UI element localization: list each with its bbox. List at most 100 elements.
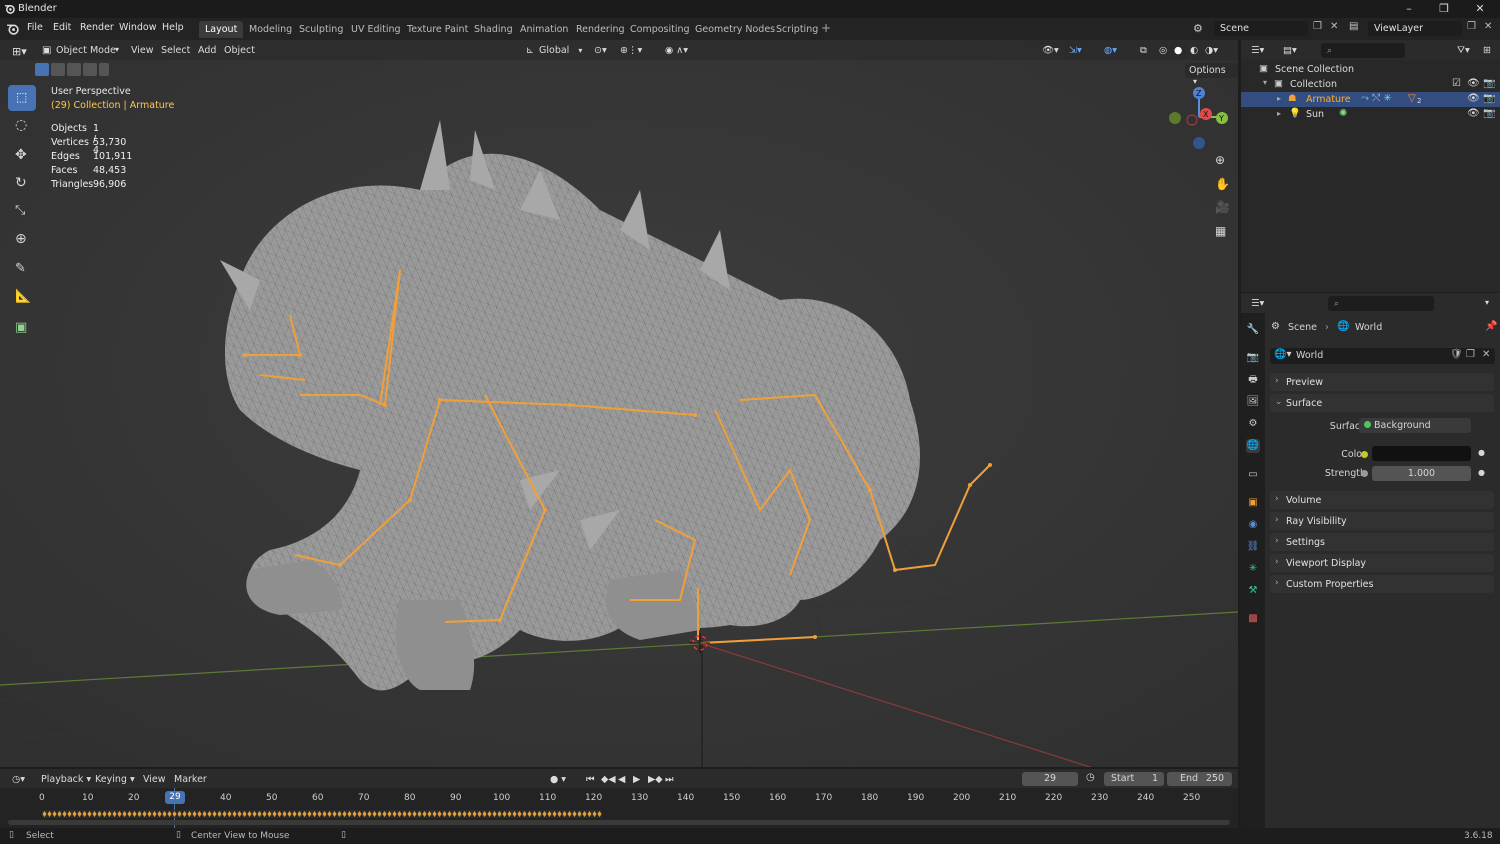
visibility-icon[interactable]: 👁▾ — [1038, 43, 1063, 58]
outliner-collection[interactable]: ▾ ▣ Collection ☑ 👁 📷 — [1241, 77, 1500, 92]
play-reverse-button[interactable]: ◀ — [614, 772, 629, 787]
scale-tool[interactable]: ⤡ — [8, 199, 36, 225]
new-view-layer-icon[interactable]: ❐ — [1467, 21, 1476, 32]
keyframes-drawing[interactable] — [42, 810, 602, 818]
solid-shading-icon[interactable]: ● — [1170, 43, 1187, 58]
outliner-editor-type-icon[interactable]: ☰▾ — [1247, 43, 1268, 58]
tab-animation[interactable]: Animation — [514, 21, 574, 38]
view-layer-tab-icon[interactable]: 🖼 — [1246, 395, 1260, 409]
keyframe-dot-icon[interactable]: ● — [1478, 448, 1485, 457]
new-collection-icon[interactable]: ⊞ — [1479, 43, 1495, 58]
panel-ray-visibility[interactable]: › Ray Visibility — [1270, 512, 1494, 530]
armature-data-tab-icon[interactable]: ✳ — [1246, 562, 1260, 576]
close-button[interactable]: ✕ — [1470, 2, 1490, 16]
world-tab-icon[interactable]: 🌐 — [1246, 439, 1260, 453]
eye-icon[interactable]: 👁 — [1467, 108, 1480, 119]
mode-selector[interactable]: ▣ Object Mode ▾ — [38, 43, 122, 58]
select-box-tool[interactable]: ⬚ — [8, 85, 36, 111]
select-intersect-icon[interactable] — [99, 63, 109, 76]
tab-modeling[interactable]: Modeling — [243, 21, 298, 38]
properties-search-input[interactable]: ⌕ — [1328, 296, 1434, 311]
select-new-icon[interactable] — [35, 63, 49, 76]
new-world-icon[interactable]: ❐ — [1466, 349, 1475, 360]
xray-toggle-icon[interactable]: ⧉ — [1136, 43, 1151, 58]
camera-view-button[interactable]: 🎥 — [1210, 197, 1232, 219]
expand-arrow-icon[interactable]: ▸ — [1277, 94, 1281, 103]
tab-sculpting[interactable]: Sculpting — [293, 21, 349, 38]
exclude-checkbox[interactable]: ☑ — [1452, 78, 1461, 89]
panel-volume[interactable]: › Volume — [1270, 491, 1494, 509]
maximize-button[interactable]: ❐ — [1434, 2, 1454, 16]
expand-arrow-icon[interactable]: ▾ — [1263, 78, 1267, 87]
remove-scene-icon[interactable]: ✕ — [1330, 21, 1338, 32]
tab-rendering[interactable]: Rendering — [570, 21, 631, 38]
scene-tab-icon[interactable]: ⚙ — [1246, 417, 1260, 431]
current-frame-field[interactable]: 29 — [1022, 772, 1078, 786]
view-layer-icon[interactable]: ▤ — [1349, 21, 1358, 32]
texture-tab-icon[interactable]: ▩ — [1246, 612, 1260, 626]
tab-compositing[interactable]: Compositing — [624, 21, 696, 38]
panel-preview[interactable]: › Preview — [1270, 373, 1494, 391]
world-name-field[interactable]: World — [1296, 350, 1323, 361]
cursor-tool[interactable]: ◌ — [8, 113, 36, 139]
breadcrumb-scene[interactable]: Scene — [1288, 322, 1317, 333]
timeline-ruler[interactable]: 0102030405060708090100110120130140150160… — [0, 788, 1238, 806]
snap-icon[interactable]: ⊕⋮▾ — [616, 43, 646, 58]
end-frame-field[interactable]: End 250 — [1167, 772, 1232, 786]
minimize-button[interactable]: – — [1399, 2, 1419, 16]
scene-icon[interactable]: ⚙ — [1193, 22, 1203, 35]
editor-type-icon[interactable]: ⊞▾ — [8, 43, 31, 58]
unlink-world-icon[interactable]: ✕ — [1482, 349, 1490, 360]
menu-object[interactable]: Object — [220, 43, 259, 58]
pin-icon[interactable]: 📌 — [1485, 321, 1497, 332]
outliner-item-sun[interactable]: ▸ 💡 Sun ✺ 👁 📷 — [1241, 107, 1500, 122]
color-socket-icon[interactable] — [1361, 451, 1368, 458]
annotate-tool[interactable]: ✎ — [8, 257, 36, 283]
bone-tab-icon[interactable]: ⚒ — [1246, 584, 1260, 598]
tab-texture-paint[interactable]: Texture Paint — [401, 21, 474, 38]
timeline[interactable]: 0102030405060708090100110120130140150160… — [0, 788, 1238, 828]
menu-file[interactable]: File — [27, 22, 43, 33]
wireframe-shading-icon[interactable]: ◎ — [1155, 43, 1171, 58]
physics-tab-icon[interactable]: ◉ — [1246, 518, 1260, 532]
material-shading-icon[interactable]: ◐ — [1186, 43, 1202, 58]
blender-menu-icon[interactable] — [6, 22, 19, 35]
display-mode-icon[interactable]: ▤▾ — [1279, 43, 1301, 58]
tab-layout[interactable]: Layout — [199, 21, 244, 38]
menu-keying[interactable]: Keying ▾ — [91, 772, 139, 787]
fake-user-icon[interactable]: 🛡 — [1450, 349, 1463, 360]
timeline-scrollbar[interactable] — [8, 820, 1230, 825]
rendered-shading-icon[interactable]: ◑▾ — [1201, 43, 1222, 58]
ortho-toggle-button[interactable]: ▦ — [1210, 221, 1232, 243]
strength-field[interactable]: 1.000 — [1372, 466, 1471, 481]
gizmo-toggle-icon[interactable]: ⇲▾ — [1065, 43, 1086, 58]
start-frame-field[interactable]: Start 1 — [1104, 772, 1164, 786]
remove-view-layer-icon[interactable]: ✕ — [1484, 21, 1492, 32]
proportional-edit-icon[interactable]: ◉ ∧▾ — [661, 43, 692, 58]
outliner-search-input[interactable]: ⌕ — [1321, 43, 1405, 58]
3d-viewport[interactable]: ⊞▾ ▣ Object Mode ▾ View Select Add Objec… — [0, 40, 1238, 767]
select-invert-icon[interactable] — [83, 63, 97, 76]
menu-playback[interactable]: Playback ▾ — [37, 772, 95, 787]
outliner-scene-collection[interactable]: ▣ Scene Collection — [1241, 62, 1500, 77]
menu-help[interactable]: Help — [162, 22, 184, 33]
outliner-item-armature[interactable]: ▸ ☗ Armature ⤳ ⤲ ✳ ▽ 2 👁 📷 — [1241, 92, 1500, 107]
render-camera-icon[interactable]: 📷 — [1483, 93, 1495, 104]
menu-marker[interactable]: Marker — [170, 772, 211, 787]
add-workspace-button[interactable]: + — [821, 21, 831, 35]
rotate-tool[interactable]: ↻ — [8, 171, 36, 197]
menu-render[interactable]: Render — [80, 22, 114, 33]
tab-uv-editing[interactable]: UV Editing — [345, 21, 407, 38]
keyframe-dot-icon[interactable]: ● — [1478, 468, 1485, 477]
menu-select[interactable]: Select — [157, 43, 194, 58]
new-scene-icon[interactable]: ❐ — [1313, 21, 1322, 32]
panel-viewport-display[interactable]: › Viewport Display — [1270, 554, 1494, 572]
eye-icon[interactable]: 👁 — [1467, 78, 1480, 89]
eye-icon[interactable]: 👁 — [1467, 93, 1480, 104]
properties-editor-type-icon[interactable]: ☰▾ — [1247, 296, 1268, 311]
zoom-button[interactable]: ⊕ — [1210, 150, 1232, 172]
pivot-point-icon[interactable]: ⊙▾ — [590, 43, 611, 58]
filter-icon[interactable]: ⛛▾ — [1453, 43, 1474, 58]
strength-socket-icon[interactable] — [1361, 470, 1368, 477]
render-camera-icon[interactable]: 📷 — [1483, 108, 1495, 119]
